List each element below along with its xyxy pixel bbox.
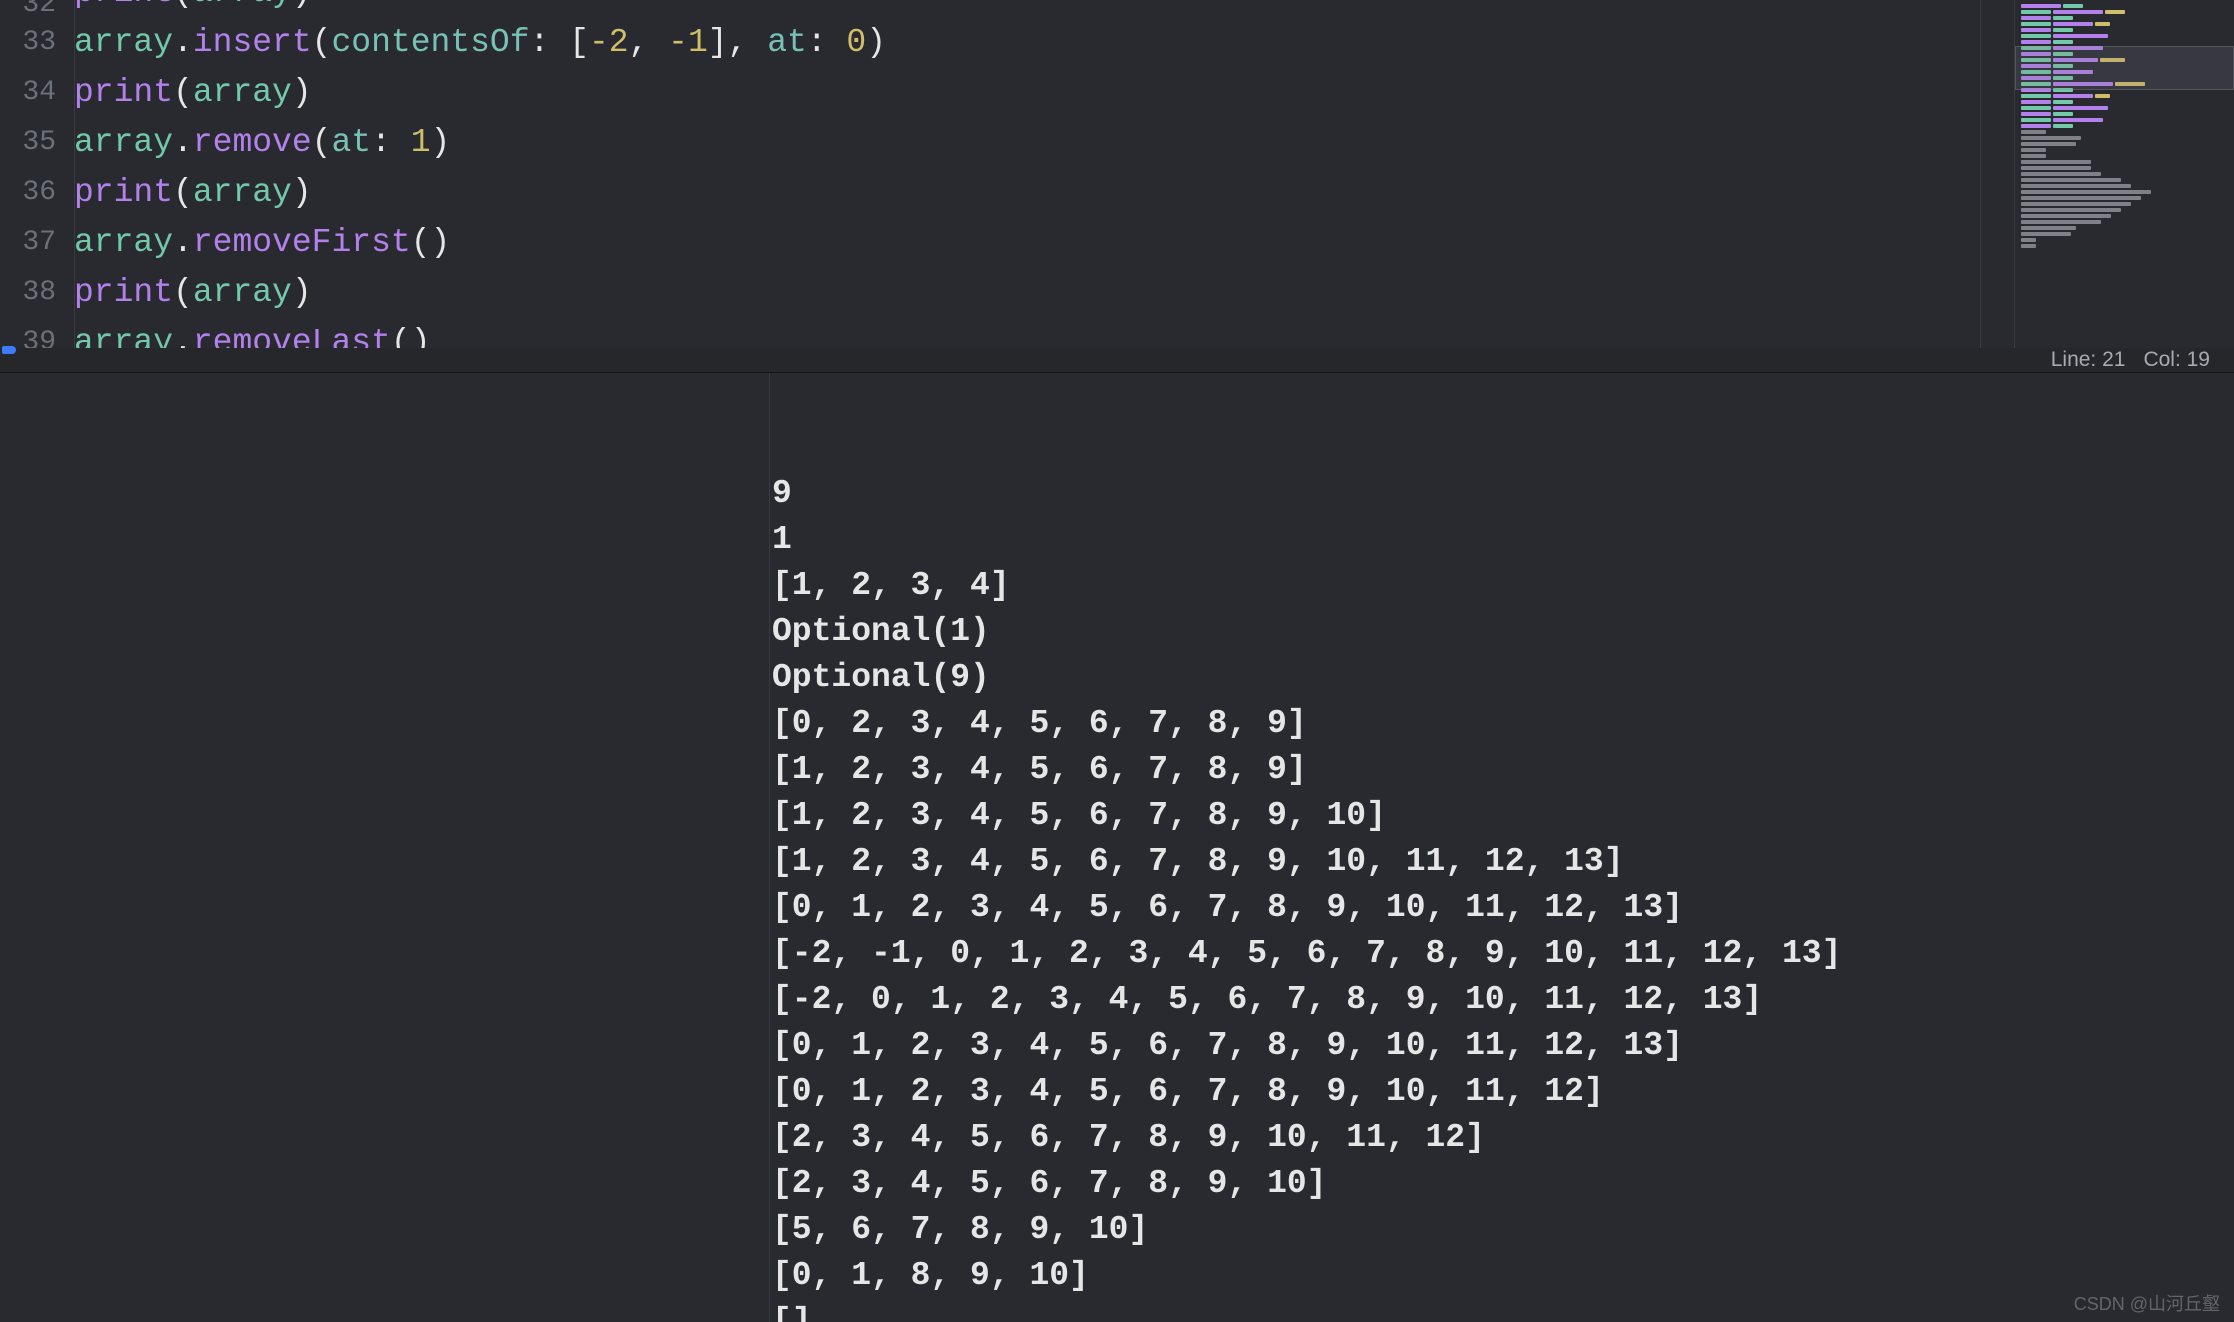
code-line[interactable]: 36print(array) [0, 168, 2014, 218]
code-line[interactable]: 34print(array) [0, 68, 2014, 118]
minimap-row [2021, 220, 2228, 224]
breakpoint-icon[interactable] [2, 346, 16, 354]
editor-area: 32print(array)33array.insert(contentsOf:… [0, 0, 2234, 348]
console-line: [0, 1, 8, 9, 10] [772, 1253, 2234, 1299]
line-number: 32 [0, 0, 74, 18]
code-content[interactable]: array.removeLast() [74, 318, 431, 348]
console-line: [1, 2, 3, 4, 5, 6, 7, 8, 9] [772, 747, 2234, 793]
minimap-row [2021, 166, 2228, 170]
minimap-row [2021, 202, 2228, 206]
minimap-row [2021, 28, 2228, 32]
minimap-row [2021, 160, 2228, 164]
status-line: Line: 21 [2051, 348, 2126, 372]
minimap[interactable] [2014, 0, 2234, 348]
minimap-row [2021, 118, 2228, 122]
console-line: [0, 2, 3, 4, 5, 6, 7, 8, 9] [772, 701, 2234, 747]
line-number: 34 [0, 68, 74, 118]
status-bar: Line: 21 Col: 19 [0, 348, 2234, 373]
console-area: 91[1, 2, 3, 4]Optional(1)Optional(9)[0, … [0, 373, 2234, 1322]
code-content[interactable]: print(array) [74, 268, 312, 318]
code-content[interactable]: print(array) [74, 168, 312, 218]
console-line: [5, 6, 7, 8, 9, 10] [772, 1207, 2234, 1253]
minimap-row [2021, 100, 2228, 104]
minimap-row [2021, 130, 2228, 134]
minimap-row [2021, 136, 2228, 140]
minimap-row [2021, 232, 2228, 236]
console-line: [0, 1, 2, 3, 4, 5, 6, 7, 8, 9, 10, 11, 1… [772, 885, 2234, 931]
status-col: Col: 19 [2143, 348, 2210, 372]
minimap-row [2021, 40, 2228, 44]
console-line: [0, 1, 2, 3, 4, 5, 6, 7, 8, 9, 10, 11, 1… [772, 1023, 2234, 1069]
console-line: [1, 2, 3, 4, 5, 6, 7, 8, 9, 10, 11, 12, … [772, 839, 2234, 885]
line-number: 36 [0, 168, 74, 218]
code-line[interactable]: 33array.insert(contentsOf: [-2, -1], at:… [0, 18, 2014, 68]
minimap-row [2021, 34, 2228, 38]
minimap-row [2021, 226, 2228, 230]
code-editor[interactable]: 32print(array)33array.insert(contentsOf:… [0, 0, 2014, 348]
code-content[interactable]: print(array) [74, 0, 312, 18]
code-line[interactable]: 37array.removeFirst() [0, 218, 2014, 268]
code-content[interactable]: array.removeFirst() [74, 218, 450, 268]
minimap-row [2021, 196, 2228, 200]
console-line: [1, 2, 3, 4, 5, 6, 7, 8, 9, 10] [772, 793, 2234, 839]
minimap-row [2021, 178, 2228, 182]
minimap-row [2021, 172, 2228, 176]
console-line: [-2, -1, 0, 1, 2, 3, 4, 5, 6, 7, 8, 9, 1… [772, 931, 2234, 977]
minimap-row [2021, 94, 2228, 98]
minimap-row [2021, 124, 2228, 128]
minimap-row [2021, 214, 2228, 218]
minimap-row [2021, 208, 2228, 212]
minimap-row [2021, 184, 2228, 188]
minimap-viewport[interactable] [2015, 46, 2234, 90]
line-number: 37 [0, 218, 74, 268]
minimap-row [2021, 112, 2228, 116]
right-margin-rule [1980, 0, 1981, 348]
code-content[interactable]: print(array) [74, 68, 312, 118]
console-line: [1, 2, 3, 4] [772, 563, 2234, 609]
code-line[interactable]: 39array.removeLast() [0, 318, 2014, 348]
minimap-row [2021, 142, 2228, 146]
console-line: Optional(9) [772, 655, 2234, 701]
console-line: [2, 3, 4, 5, 6, 7, 8, 9, 10] [772, 1161, 2234, 1207]
code-line[interactable]: 35array.remove(at: 1) [0, 118, 2014, 168]
code-content[interactable]: array.insert(contentsOf: [-2, -1], at: 0… [74, 18, 886, 68]
code-line[interactable]: 32print(array) [0, 0, 2014, 18]
console-line: [-2, 0, 1, 2, 3, 4, 5, 6, 7, 8, 9, 10, 1… [772, 977, 2234, 1023]
minimap-row [2021, 4, 2228, 8]
line-number: 39 [0, 318, 74, 348]
minimap-row [2021, 106, 2228, 110]
line-number: 38 [0, 268, 74, 318]
console-line: [2, 3, 4, 5, 6, 7, 8, 9, 10, 11, 12] [772, 1115, 2234, 1161]
gutter-divider [74, 0, 75, 348]
minimap-row [2021, 154, 2228, 158]
variables-pane[interactable] [0, 373, 770, 1322]
console-line: 1 [772, 517, 2234, 563]
minimap-row [2021, 148, 2228, 152]
console-line: Optional(1) [772, 609, 2234, 655]
minimap-row [2021, 190, 2228, 194]
console-line: 9 [772, 471, 2234, 517]
minimap-row [2021, 22, 2228, 26]
console-line: [] [772, 1299, 2234, 1322]
console-output[interactable]: 91[1, 2, 3, 4]Optional(1)Optional(9)[0, … [770, 373, 2234, 1322]
line-number: 33 [0, 18, 74, 68]
code-line[interactable]: 38print(array) [0, 268, 2014, 318]
minimap-row [2021, 16, 2228, 20]
minimap-row [2021, 10, 2228, 14]
code-content[interactable]: array.remove(at: 1) [74, 118, 450, 168]
console-line: [0, 1, 2, 3, 4, 5, 6, 7, 8, 9, 10, 11, 1… [772, 1069, 2234, 1115]
minimap-row [2021, 238, 2228, 242]
minimap-row [2021, 244, 2228, 248]
line-number: 35 [0, 118, 74, 168]
watermark: CSDN @山河丘壑 [2074, 1290, 2220, 1316]
